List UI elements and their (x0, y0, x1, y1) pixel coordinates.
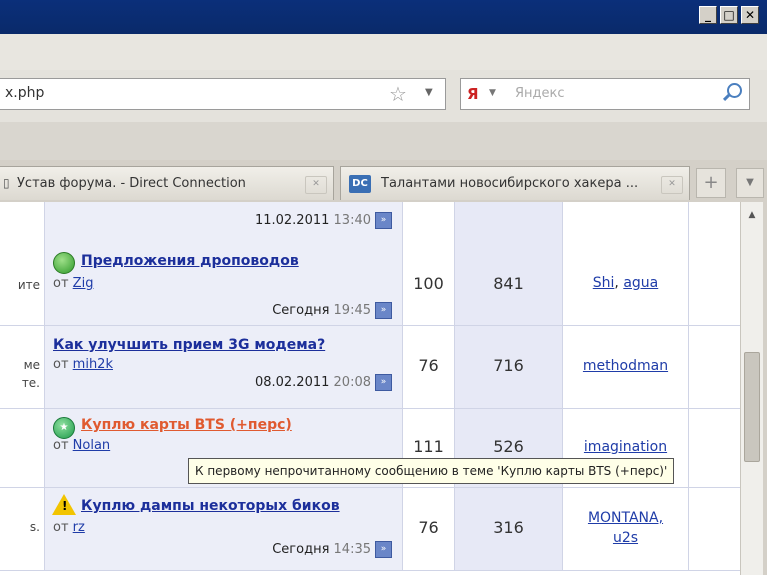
search-engine-dropdown-icon[interactable]: ▼ (489, 88, 496, 98)
tab-forum-rules[interactable]: ▯ Устав форума. - Direct Connection ✕ (0, 166, 334, 200)
views-cell: 716 (454, 326, 562, 408)
search-icon[interactable] (721, 81, 743, 105)
vertical-scrollbar[interactable]: ▲ (740, 202, 763, 575)
yandex-logo-icon[interactable]: Я (467, 85, 485, 103)
address-url: x.php (5, 85, 45, 101)
topic-cell: Предложения дроповодов от Zig Сегодня 19… (44, 242, 402, 325)
topic-author: от rz (53, 520, 85, 535)
menu-toolbar (0, 34, 767, 71)
topic-author: от Nolan (53, 438, 111, 453)
close-button[interactable]: ✕ (741, 6, 759, 24)
moderators-cell: Shi, agua (562, 242, 688, 325)
tab-label: Талантами новосибирского хакера ... (381, 176, 639, 191)
new-tab-button[interactable]: + (696, 168, 726, 198)
search-input[interactable]: Яндекс (515, 86, 565, 101)
author-link[interactable]: Zig (73, 276, 94, 291)
forum-description-cell (0, 202, 44, 242)
tooltip: К первому непрочитанному сообщению в тем… (188, 458, 675, 484)
views-cell (454, 202, 562, 242)
forum-description-cell: ме те. (0, 326, 44, 408)
views-cell: 316 (454, 488, 562, 570)
replies-cell: 100 (402, 242, 454, 325)
moderator-link[interactable]: MONTANA, (588, 510, 663, 526)
moderator-link[interactable]: methodman (583, 358, 668, 374)
go-to-last-post-icon[interactable]: » (375, 212, 392, 229)
tab-close-icon[interactable]: ✕ (661, 176, 683, 194)
table-row: от 11.02.2011 13:40» (0, 202, 740, 243)
topic-cell: от 11.02.2011 13:40» (44, 202, 402, 242)
replies-cell: 76 (402, 488, 454, 570)
scrollbar-thumb[interactable] (744, 352, 760, 462)
topic-author: от Zig (53, 276, 94, 291)
go-to-last-post-icon[interactable]: » (375, 374, 392, 391)
tab-hacker-article[interactable]: DC Талантами новосибирского хакера ... ✕ (340, 166, 690, 200)
topic-author: от (53, 202, 69, 205)
replies-cell: 76 (402, 326, 454, 408)
address-dropdown-icon[interactable]: ▼ (425, 87, 433, 98)
topic-cell: Как улучшить прием 3G модема? от mih2k 0… (44, 326, 402, 408)
tab-close-icon[interactable]: ✕ (305, 176, 327, 194)
views-cell: 841 (454, 242, 562, 325)
navigation-bar: x.php ☆ ▼ Я ▼ Яндекс (0, 70, 767, 122)
topic-cell: ! Куплю дампы некоторых биков от rz Сего… (44, 488, 402, 570)
topic-title-link[interactable]: Предложения дроповодов (81, 253, 299, 269)
bookmarks-toolbar (0, 122, 767, 161)
moderators-cell: MONTANA, u2s (562, 488, 688, 570)
table-row: ме те. Как улучшить прием 3G модема? от … (0, 326, 740, 409)
dc-favicon-icon: DC (349, 175, 371, 193)
address-bar[interactable]: x.php ☆ ▼ (0, 78, 446, 110)
go-to-last-post-icon[interactable]: » (375, 541, 392, 558)
tab-label: Устав форума. - Direct Connection (17, 176, 246, 191)
moderator-link[interactable]: u2s (613, 530, 638, 546)
bookmark-star-icon[interactable]: ☆ (389, 82, 407, 106)
page-icon: ▯ (3, 176, 10, 190)
forum-description-cell: s. (0, 488, 44, 570)
author-link[interactable]: mih2k (73, 357, 113, 372)
window-titlebar: _ □ ✕ (0, 0, 767, 34)
moderator-link[interactable]: agua (623, 275, 658, 291)
forum-topic-table: от 11.02.2011 13:40» ите Предложения дро… (0, 202, 740, 575)
maximize-button[interactable]: □ (720, 6, 738, 24)
author-link[interactable]: rz (73, 520, 85, 535)
tab-bar: ▯ Устав форума. - Direct Connection ✕ DC… (0, 160, 767, 202)
last-post: 11.02.2011 13:40» (255, 212, 392, 229)
replies-cell (402, 202, 454, 242)
window-controls: _ □ ✕ (699, 6, 759, 24)
last-post: Сегодня 14:35» (272, 541, 392, 558)
moderators-cell (562, 202, 688, 242)
tab-list-button[interactable]: ▼ (736, 168, 764, 198)
topic-title-link-hovered[interactable]: Куплю карты BTS (+перс) (81, 417, 292, 433)
topic-title-link[interactable]: Куплю дампы некоторых биков (81, 498, 340, 514)
topic-author: от mih2k (53, 357, 113, 372)
table-row: s. ! Куплю дампы некоторых биков от rz С… (0, 488, 740, 571)
table-row: ите Предложения дроповодов от Zig Сегодн… (0, 242, 740, 326)
last-post: 08.02.2011 20:08» (255, 374, 392, 391)
scroll-up-icon[interactable]: ▲ (743, 206, 761, 224)
forum-description-cell (0, 409, 44, 487)
green-circle-icon (53, 252, 75, 274)
topic-title-link[interactable]: Как улучшить прием 3G модема? (53, 337, 325, 353)
green-star-icon: ★ (53, 417, 75, 439)
moderator-link[interactable]: imagination (584, 439, 667, 455)
moderator-link[interactable]: Shi (593, 275, 615, 291)
author-link[interactable]: Nolan (73, 438, 111, 453)
go-to-last-post-icon[interactable]: » (375, 302, 392, 319)
moderators-cell: methodman (562, 326, 688, 408)
minimize-button[interactable]: _ (699, 6, 717, 24)
last-post: Сегодня 19:45» (272, 302, 392, 319)
search-box[interactable]: Я ▼ Яндекс (460, 78, 750, 110)
forum-description-cell: ите (0, 242, 44, 325)
